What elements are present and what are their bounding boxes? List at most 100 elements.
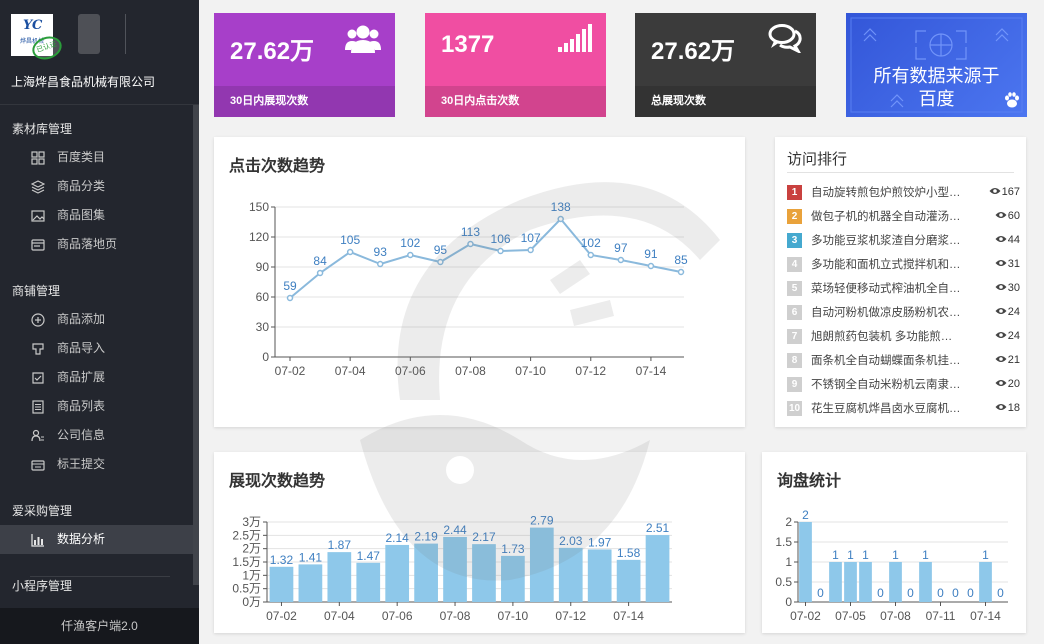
rank-product-name[interactable]: 自动河粉机做凉皮肠粉机农… — [811, 304, 967, 320]
inquiry-bar — [844, 562, 857, 602]
divider — [125, 14, 126, 54]
data-label: 107 — [521, 231, 541, 245]
rank-item[interactable]: 3 多功能豆浆机浆渣自分磨浆… 44 — [787, 228, 1020, 252]
source-text: 所有数据来源于 百度 — [846, 65, 1027, 111]
click-trend-chart[interactable]: 0 30 60 90 120 150 07-02 07-04 07-06 07-08 07-10 07… — [214, 137, 745, 427]
rank-view-count: 167 — [1001, 186, 1020, 198]
data-label: 0 — [937, 586, 944, 600]
rank-product-name[interactable]: 旭朗煎药包装机 多功能煎… — [811, 328, 967, 344]
rank-item[interactable]: 1 自动旋转煎包炉煎饺炉小型… 167 — [787, 180, 1020, 204]
stat-label: 30日内展现次数 — [214, 86, 395, 117]
rank-number: 4 — [787, 256, 802, 272]
rank-item[interactable]: 5 菜场轻便移动式榨油机全自… 30 — [787, 276, 1020, 300]
rank-item[interactable]: 8 面条机全自动蝴蝶面条机挂… 21 — [787, 348, 1020, 372]
stat-card-total-impressions[interactable]: 27.62万 总展现次数 — [635, 13, 816, 117]
rank-number: 3 — [787, 232, 802, 248]
x-tick-label: 07-02 — [275, 364, 306, 378]
sidebar-item[interactable]: 商品分类 — [0, 172, 199, 201]
impression-bar — [356, 562, 381, 602]
rank-view-count: 60 — [1007, 210, 1020, 222]
data-label: 95 — [434, 243, 448, 257]
sidebar-item[interactable]: 标王提交 — [0, 450, 199, 479]
y-tick-label: 0 — [262, 350, 269, 364]
rank-product-name[interactable]: 不锈钢全自动米粉机云南隶… — [811, 376, 967, 392]
stat-card-30d-clicks[interactable]: 1377 30日内点击次数 — [425, 13, 606, 117]
rank-view-count: 24 — [1007, 330, 1020, 342]
sidebar-item-label: 商品导入 — [57, 341, 106, 355]
menu-group-title[interactable]: 素材库管理 — [0, 115, 199, 143]
data-label: 1 — [847, 548, 854, 562]
rank-item[interactable]: 10 花生豆腐机烨昌卤水豆腐机… 18 — [787, 396, 1020, 420]
data-label: 1 — [862, 548, 869, 562]
sidebar-item-label: 商品列表 — [57, 399, 106, 413]
menu-group-title[interactable]: 爱采购管理 — [0, 497, 199, 525]
rank-number: 8 — [787, 352, 802, 368]
checklist-icon — [30, 370, 46, 386]
y-tick-label: 3万 — [242, 515, 261, 529]
rank-item[interactable]: 4 多功能和面机立式搅拌机和… 31 — [787, 252, 1020, 276]
rank-product-name[interactable]: 做包子机的机器全自动灌汤… — [811, 208, 967, 224]
sidebar-item[interactable]: 商品添加 — [0, 305, 199, 334]
sidebar-item[interactable]: 商品扩展 — [0, 363, 199, 392]
impression-bar — [616, 559, 641, 602]
sidebar-item[interactable]: 商品导入 — [0, 334, 199, 363]
impression-bar — [529, 527, 554, 602]
sidebar-scrollbar[interactable] — [193, 105, 199, 585]
data-label: 105 — [340, 233, 360, 247]
data-label: 2.51 — [646, 521, 670, 535]
rank-product-name[interactable]: 自动旋转煎包炉煎饺炉小型… — [811, 184, 967, 200]
sidebar-item[interactable]: 商品列表 — [0, 392, 199, 421]
rank-views: 24 — [967, 306, 1020, 318]
chat-icon — [768, 23, 802, 56]
menu-group-title[interactable]: 商铺管理 — [0, 277, 199, 305]
signal-icon — [558, 23, 592, 56]
y-tick-label: 60 — [256, 290, 270, 304]
data-label: 1.41 — [299, 550, 323, 564]
eye-icon — [995, 258, 1007, 270]
user-info-icon — [30, 428, 46, 444]
rank-product-name[interactable]: 面条机全自动蝴蝶面条机挂… — [811, 352, 967, 368]
sidebar-item[interactable]: 公司信息 — [0, 421, 199, 450]
data-label: 106 — [491, 232, 511, 246]
divider — [30, 576, 170, 577]
data-label: 1.97 — [588, 535, 612, 549]
data-label: 85 — [674, 253, 688, 267]
impression-trend-chart[interactable]: 0万0.5万1万1.5万2万2.5万3万 1.32 1.41 1.87 1.47 2.14… — [214, 452, 745, 633]
avatar[interactable] — [78, 14, 100, 54]
sidebar-item[interactable]: 商品落地页 — [0, 230, 199, 259]
rank-number: 1 — [787, 184, 802, 200]
impression-bar — [327, 552, 352, 602]
sidebar-item[interactable]: 百度类目 — [0, 143, 199, 172]
sidebar-item[interactable]: 数据分析 — [0, 525, 199, 554]
data-point — [376, 260, 384, 268]
rank-product-name[interactable]: 菜场轻便移动式榨油机全自… — [811, 280, 967, 296]
sidebar-item-label: 商品落地页 — [57, 237, 118, 251]
x-tick-label: 07-14 — [970, 609, 1001, 623]
stat-card-30d-impressions[interactable]: 27.62万 30日内展现次数 — [214, 13, 395, 117]
y-tick-label: 0.5 — [775, 575, 792, 589]
rank-product-name[interactable]: 花生豆腐机烨昌卤水豆腐机… — [811, 400, 967, 416]
y-tick-label: 150 — [249, 200, 269, 214]
data-label: 2.44 — [443, 523, 467, 537]
impression-bar — [269, 566, 294, 602]
rank-number: 9 — [787, 376, 802, 392]
rank-list: 1 自动旋转煎包炉煎饺炉小型… 167 2 做包子机的机器全自动灌汤… 60 3 多功能豆浆机… — [787, 180, 1020, 420]
data-label: 102 — [581, 236, 601, 250]
menu-group: 商铺管理 商品添加商品导入商品扩展商品列表公司信息 标王提交 — [0, 277, 199, 479]
sidebar-item-label: 商品图集 — [57, 208, 106, 222]
rank-product-name[interactable]: 多功能豆浆机浆渣自分磨浆… — [811, 232, 967, 248]
x-tick-label: 07-06 — [382, 609, 413, 623]
rank-product-name[interactable]: 多功能和面机立式搅拌机和… — [811, 256, 967, 272]
company-name: 上海烨昌食品机械有限公司 — [11, 75, 156, 89]
x-tick-label: 07-04 — [335, 364, 366, 378]
rank-views: 60 — [967, 210, 1020, 222]
rank-item[interactable]: 7 旭朗煎药包装机 多功能煎… 24 — [787, 324, 1020, 348]
eye-icon — [995, 306, 1007, 318]
data-label: 102 — [400, 236, 420, 250]
rank-item[interactable]: 9 不锈钢全自动米粉机云南隶… 20 — [787, 372, 1020, 396]
inquiry-stats-chart[interactable]: 00.511.52 201 1 101010 0 01007-02 07-05 07-08 07… — [762, 452, 1026, 633]
data-point — [677, 268, 685, 276]
rank-item[interactable]: 2 做包子机的机器全自动灌汤… 60 — [787, 204, 1020, 228]
sidebar-item[interactable]: 商品图集 — [0, 201, 199, 230]
rank-item[interactable]: 6 自动河粉机做凉皮肠粉机农… 24 — [787, 300, 1020, 324]
